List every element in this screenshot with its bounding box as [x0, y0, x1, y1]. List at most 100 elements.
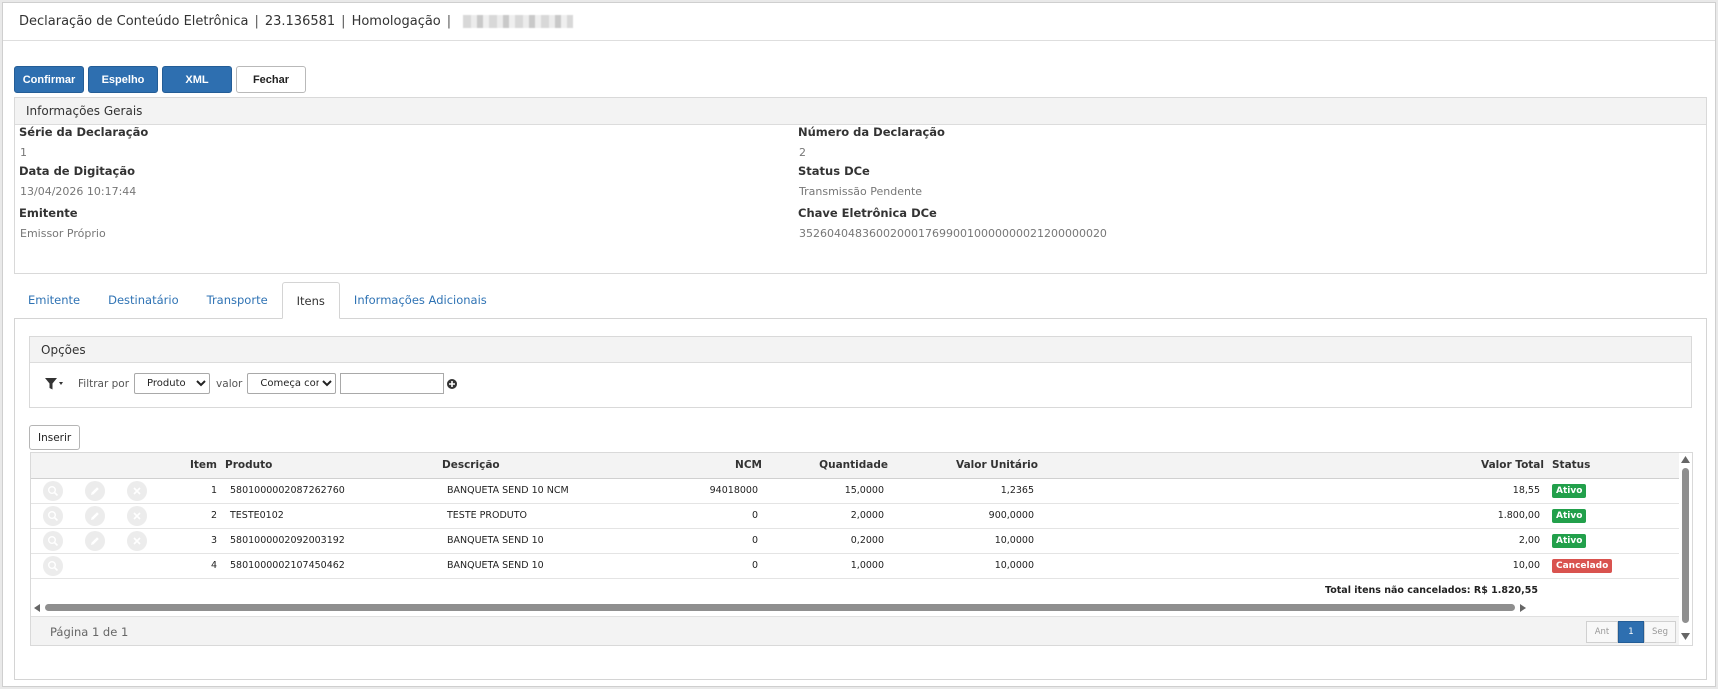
tab-destinatario[interactable]: Destinatário [94, 281, 192, 318]
status-badge: Ativo [1552, 533, 1587, 548]
numero-field: Número da Declaração 2 [798, 125, 945, 159]
col-produto[interactable]: Produto [221, 453, 438, 479]
horizontal-scroll-thumb[interactable] [45, 604, 1515, 611]
edit-item-icon[interactable] [85, 505, 105, 526]
emitente-label: Emitente [19, 206, 78, 220]
edit-item-icon[interactable] [85, 480, 105, 501]
cell-item: 2 [179, 503, 221, 529]
scroll-right-icon [1520, 604, 1526, 612]
value-label: valor [216, 377, 243, 390]
data-field: Data de Digitação 13/04/2026 10:17:44 [19, 164, 136, 198]
next-page-button[interactable]: Seg [1644, 621, 1676, 643]
view-item-icon[interactable] [43, 530, 63, 551]
vertical-scroll-thumb[interactable] [1682, 468, 1689, 623]
cell-produto: 5801000002087262760 [221, 478, 438, 504]
view-item-icon[interactable] [43, 505, 63, 526]
data-label: Data de Digitação [19, 164, 135, 178]
cell-valor-unitario: 1,2365 [892, 478, 1042, 504]
add-filter-icon[interactable] [446, 378, 458, 390]
status-value: Transmissão Pendente [799, 185, 923, 198]
delete-item-icon[interactable] [127, 530, 147, 551]
options-panel: Opções Filtrar por Produto valor Começa … [29, 336, 1692, 408]
status-badge: Cancelado [1552, 558, 1613, 573]
cell-quantidade: 0,2000 [766, 528, 892, 554]
cell-ncm: 0 [626, 528, 766, 554]
page-info: Página 1 de 1 [50, 625, 129, 639]
total-row: Total itens não cancelados: R$ 1.820,55 [31, 578, 1679, 603]
cell-produto: TESTE0102 [221, 503, 438, 529]
close-button[interactable]: Fechar [236, 66, 306, 93]
mirror-button[interactable]: Espelho [88, 66, 158, 93]
cell-valor-total: 10,00 [1042, 553, 1548, 579]
app-window: Declaração de Conteúdo Eletrônica | 23.1… [2, 2, 1716, 687]
col-valor-total[interactable]: Valor Total [1042, 453, 1548, 479]
title-bar: Declaração de Conteúdo Eletrônica | 23.1… [3, 3, 1715, 41]
cell-item: 1 [179, 478, 221, 504]
emitente-value: Emissor Próprio [20, 227, 106, 240]
edit-item-icon[interactable] [85, 530, 105, 551]
status-field: Status DCe Transmissão Pendente [798, 164, 922, 198]
data-value: 13/04/2026 10:17:44 [20, 185, 137, 198]
col-item[interactable]: Item [179, 453, 221, 479]
tab-emitente[interactable]: Emitente [14, 281, 94, 318]
cell-produto: 5801000002107450462 [221, 553, 438, 579]
filter-operator-select[interactable]: Começa com [247, 373, 337, 394]
cell-ncm: 0 [626, 503, 766, 529]
table-header-row: Item Produto Descrição NCM Quantidade Va… [31, 453, 1679, 479]
filter-field-select[interactable]: Produto [134, 373, 211, 394]
status-badge: Ativo [1552, 483, 1587, 498]
view-item-icon[interactable] [43, 555, 63, 576]
tab-itens[interactable]: Itens [281, 282, 340, 319]
prev-page-button[interactable]: Ant [1586, 621, 1618, 643]
cell-ncm: 94018000 [626, 478, 766, 504]
environment-label: Homologação [351, 14, 441, 29]
horizontal-scrollbar[interactable] [31, 602, 1679, 613]
cell-item: 4 [179, 553, 221, 579]
tab-informacoes-adicionais[interactable]: Informações Adicionais [340, 281, 501, 318]
cell-quantidade: 1,0000 [766, 553, 892, 579]
cell-descricao: BANQUETA SEND 10 [438, 553, 626, 579]
pager: Ant 1 Seg [1586, 621, 1676, 643]
filter-value-input[interactable] [340, 373, 445, 394]
cell-descricao: BANQUETA SEND 10 [438, 528, 626, 554]
col-valor-unitario[interactable]: Valor Unitário [892, 453, 1042, 479]
filter-row: Filtrar por Produto valor Começa com [44, 373, 458, 394]
cell-produto: 5801000002092003192 [221, 528, 438, 554]
view-item-icon[interactable] [43, 480, 63, 501]
options-title: Opções [30, 337, 1691, 363]
table-body: 1 5801000002087262760 BANQUETA SEND 10 NCM… [31, 478, 1679, 603]
table-row[interactable]: 1 5801000002087262760 BANQUETA SEND 10 NCM… [31, 478, 1679, 504]
page-1-button[interactable]: 1 [1618, 621, 1644, 643]
delete-item-icon[interactable] [127, 505, 147, 526]
tab-transporte[interactable]: Transporte [193, 281, 282, 318]
delete-item-icon[interactable] [127, 480, 147, 501]
col-descricao[interactable]: Descrição [438, 453, 626, 479]
filter-icon[interactable] [44, 377, 64, 391]
confirm-button[interactable]: Confirmar [14, 66, 84, 93]
table-row[interactable]: 2 TESTE0102 TESTE PRODUTO 0 2,0000 900,0000 1.… [31, 503, 1679, 529]
declaration-number: 23.136581 [264, 14, 336, 29]
cell-quantidade: 15,0000 [766, 478, 892, 504]
items-table: Item Produto Descrição NCM Quantidade Va… [31, 453, 1679, 603]
cell-valor-unitario: 10,0000 [892, 528, 1042, 554]
xml-button[interactable]: XML [162, 66, 232, 93]
col-ncm[interactable]: NCM [626, 453, 766, 479]
itens-tab-content: Opções Filtrar por Produto valor Começa … [14, 319, 1707, 680]
vertical-scrollbar[interactable] [1679, 453, 1692, 645]
toolbar: Confirmar Espelho XML Fechar [14, 66, 306, 93]
chave-value: 3526040483600200017699001000000002120000… [799, 227, 1107, 240]
col-status[interactable]: Status [1548, 453, 1679, 479]
scroll-up-icon [1681, 456, 1690, 463]
general-info-panel: Informações Gerais Série da Declaração 1… [14, 97, 1707, 274]
pagination-bar: Página 1 de 1 Ant 1 Seg [31, 616, 1679, 645]
insert-button[interactable]: Inserir [29, 425, 81, 450]
cell-valor-unitario: 900,0000 [892, 503, 1042, 529]
chave-field: Chave Eletrônica DCe 3526040483600200017… [798, 206, 1107, 240]
table-row[interactable]: 3 5801000002092003192 BANQUETA SEND 10 0 0,2… [31, 528, 1679, 554]
table-row[interactable]: 4 5801000002107450462 BANQUETA SEND 10 0 1,0… [31, 553, 1679, 579]
numero-label: Número da Declaração [798, 125, 945, 139]
items-grid: Item Produto Descrição NCM Quantidade Va… [30, 452, 1693, 646]
page-title: Declaração de Conteúdo Eletrônica [19, 14, 249, 29]
col-quantidade[interactable]: Quantidade [766, 453, 892, 479]
emitente-field: Emitente Emissor Próprio [19, 206, 106, 240]
